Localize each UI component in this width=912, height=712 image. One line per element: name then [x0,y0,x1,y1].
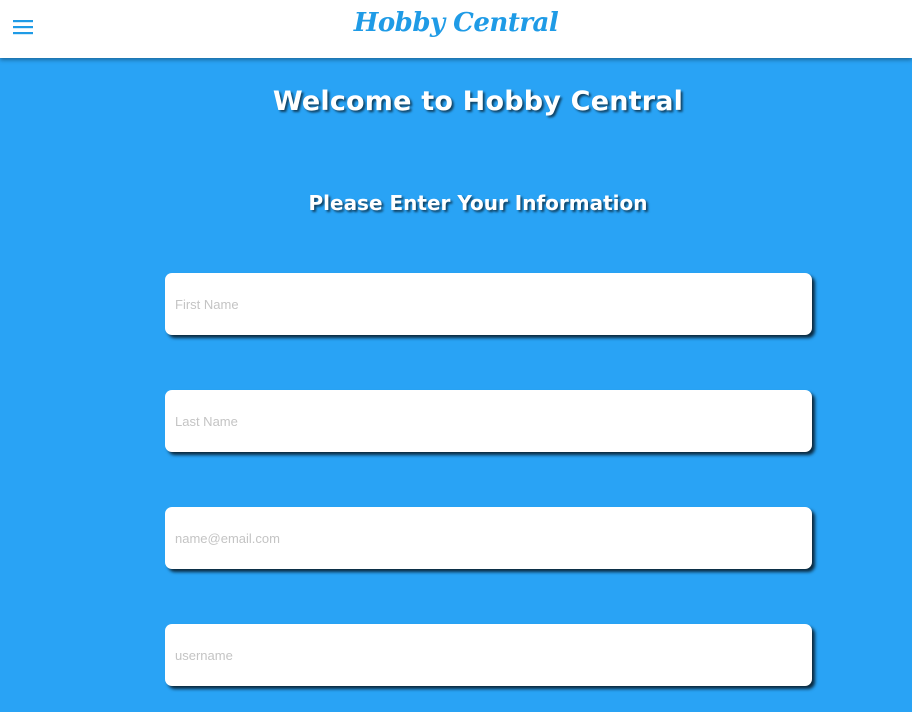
last-name-input[interactable] [165,390,812,452]
top-app-bar: Hobby Central [0,0,912,58]
brand-logo-text[interactable]: Hobby Central [0,8,912,38]
email-input[interactable] [165,507,812,569]
form-heading: Please Enter Your Information [308,191,648,215]
main-content: Welcome to Hobby Central Please Enter Yo… [0,58,912,712]
first-name-input[interactable] [165,273,812,335]
page-title: Welcome to Hobby Central [272,86,684,117]
username-input[interactable] [165,624,812,686]
